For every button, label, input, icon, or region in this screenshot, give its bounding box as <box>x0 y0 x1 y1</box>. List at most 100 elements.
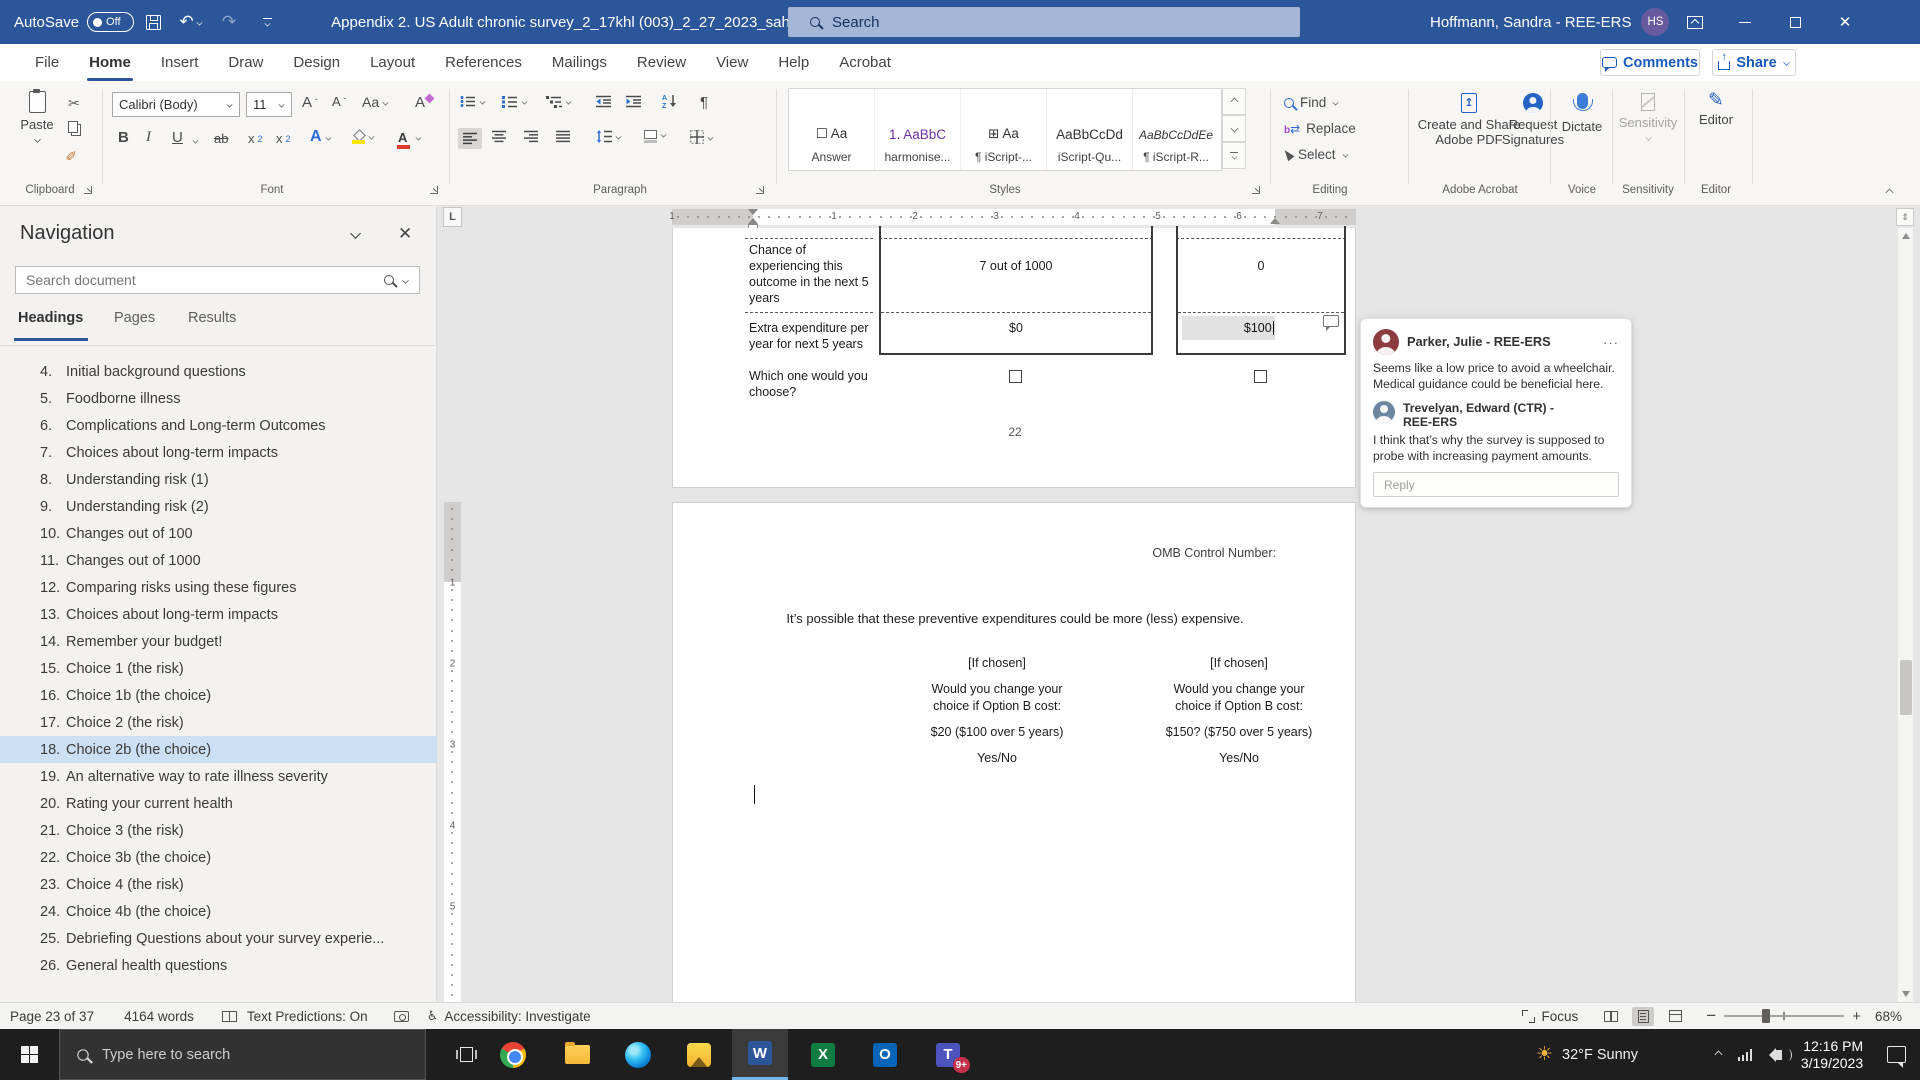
read-mode-button[interactable] <box>1600 1007 1622 1026</box>
action-center-button[interactable] <box>1876 1029 1916 1080</box>
nav-heading-item[interactable]: 7.Choices about long-term impacts <box>0 439 437 466</box>
tab-view[interactable]: View <box>701 44 763 81</box>
titlebar-search-box[interactable]: Search <box>788 7 1300 37</box>
styles-scroll-up-button[interactable] <box>1222 88 1246 115</box>
close-button[interactable]: ✕ <box>1822 0 1868 44</box>
edge-app-button[interactable] <box>610 1029 666 1080</box>
nav-tab-pages[interactable]: Pages <box>114 310 155 326</box>
nav-heading-item[interactable]: 8.Understanding risk (1) <box>0 466 437 493</box>
outlook-app-button[interactable]: O <box>857 1029 913 1080</box>
superscript-button[interactable]: x2 <box>276 131 291 146</box>
document-title[interactable]: Appendix 2. US Adult chronic survey_2_17… <box>331 14 790 31</box>
clipboard-dialog-launcher[interactable] <box>84 186 92 194</box>
find-button[interactable]: Find <box>1284 95 1339 110</box>
style-iscript-qu[interactable]: AaBbCcDdiScript-Qu... <box>1047 89 1133 170</box>
maximize-button[interactable] <box>1772 0 1818 44</box>
bullets-button[interactable] <box>460 95 486 108</box>
search-options-chevron-icon[interactable] <box>402 277 408 283</box>
editor-button[interactable]: ✎ Editor <box>1690 93 1742 127</box>
styles-dialog-launcher[interactable] <box>1252 186 1260 194</box>
tab-layout[interactable]: Layout <box>355 44 430 81</box>
comment-marker-icon[interactable] <box>1323 315 1339 327</box>
ribbon-display-options-button[interactable] <box>1672 0 1718 44</box>
zoom-level[interactable]: 68% <box>1875 1009 1902 1024</box>
cut-button[interactable]: ✂ <box>68 95 80 112</box>
shading-button[interactable] <box>644 130 667 139</box>
word-count[interactable]: 4164 words <box>124 1009 194 1024</box>
nav-heading-item[interactable]: 9.Understanding risk (2) <box>0 493 437 520</box>
nav-heading-item[interactable]: 17.Choice 2 (the risk) <box>0 709 437 736</box>
user-name[interactable]: Hoffmann, Sandra - REE-ERS <box>1430 14 1631 31</box>
zoom-slider[interactable] <box>1724 1015 1844 1017</box>
save-button[interactable] <box>134 0 172 44</box>
focus-mode-button[interactable]: Focus <box>1542 1009 1579 1024</box>
nav-heading-item[interactable]: 5.Foodborne illness <box>0 385 437 412</box>
taskbar-clock[interactable]: 12:16 PM3/19/2023 <box>1794 1029 1870 1080</box>
nav-heading-item[interactable]: 15.Choice 1 (the risk) <box>0 655 437 682</box>
subscript-button[interactable]: x2 <box>248 131 263 146</box>
select-button[interactable]: Select <box>1284 147 1349 162</box>
scroll-up-button[interactable] <box>1898 228 1914 244</box>
nav-heading-item[interactable]: 25.Debriefing Questions about your surve… <box>0 925 437 952</box>
copy-button[interactable] <box>68 121 78 133</box>
line-spacing-button[interactable] <box>596 130 622 143</box>
tab-references[interactable]: References <box>430 44 537 81</box>
nav-tab-headings[interactable]: Headings <box>18 310 83 326</box>
nav-heading-item[interactable]: 22.Choice 3b (the choice) <box>0 844 437 871</box>
change-case-button[interactable]: Aa <box>362 94 389 110</box>
comment-more-options-icon[interactable]: ··· <box>1603 335 1619 350</box>
taskbar-search-box[interactable]: Type here to search <box>59 1029 426 1080</box>
nav-tab-results[interactable]: Results <box>188 310 236 326</box>
collapse-ribbon-button[interactable] <box>1886 189 1894 197</box>
styles-scroll-down-button[interactable] <box>1222 115 1246 142</box>
undo-button[interactable]: ↶ <box>172 0 210 44</box>
nav-heading-item[interactable]: 21.Choice 3 (the risk) <box>0 817 437 844</box>
dictate-button[interactable]: Dictate <box>1556 93 1608 134</box>
scrollbar-thumb[interactable] <box>1900 660 1912 715</box>
sort-button[interactable]: AZ <box>662 93 678 108</box>
tab-home[interactable]: Home <box>74 44 146 81</box>
navigation-pane-collapse-icon[interactable] <box>350 228 361 239</box>
numbering-button[interactable] <box>502 95 528 108</box>
grow-font-button[interactable]: Aˆ <box>302 94 318 111</box>
web-layout-button[interactable] <box>1664 1007 1686 1026</box>
align-right-button[interactable] <box>524 130 538 143</box>
nav-heading-item[interactable]: 14.Remember your budget! <box>0 628 437 655</box>
word-app-button[interactable]: W <box>732 1029 788 1080</box>
sensitivity-button[interactable]: Sensitivity <box>1616 93 1680 141</box>
page-indicator[interactable]: Page 23 of 37 <box>10 1009 94 1024</box>
tab-draw[interactable]: Draw <box>213 44 278 81</box>
zoom-out-button[interactable]: − <box>1706 1006 1716 1026</box>
font-color-button[interactable]: A <box>398 130 422 145</box>
photos-app-button[interactable] <box>671 1029 727 1080</box>
style-answer[interactable]: ☐ AaAnswer <box>789 89 875 170</box>
nav-heading-item[interactable]: 19.An alternative way to rate illness se… <box>0 763 437 790</box>
zoom-slider-thumb[interactable] <box>1762 1009 1770 1023</box>
nav-heading-item[interactable]: 26.General health questions <box>0 952 437 979</box>
excel-app-button[interactable]: X <box>795 1029 851 1080</box>
print-layout-button[interactable] <box>1632 1007 1654 1026</box>
tab-mailings[interactable]: Mailings <box>537 44 622 81</box>
teams-app-button[interactable]: T 9+ <box>920 1029 976 1080</box>
text-effects-button[interactable]: A <box>310 128 332 146</box>
right-indent-marker[interactable] <box>1270 218 1280 224</box>
option-b-expenditure-field[interactable]: $100 <box>1182 316 1275 340</box>
minimize-button[interactable] <box>1722 0 1768 44</box>
start-button[interactable] <box>0 1029 59 1080</box>
increase-indent-button[interactable] <box>626 95 641 108</box>
autosave-toggle[interactable]: Off <box>87 12 134 32</box>
volume-icon[interactable] <box>1758 1029 1792 1080</box>
justify-button[interactable] <box>556 130 570 143</box>
zoom-in-button[interactable]: + <box>1852 1008 1861 1025</box>
tab-stop-selector[interactable]: L <box>443 207 462 227</box>
borders-button[interactable] <box>690 130 714 144</box>
font-name-combobox[interactable]: Calibri (Body) <box>112 92 240 117</box>
replace-button[interactable]: b⇄Replace <box>1284 121 1356 136</box>
avatar[interactable]: HS <box>1641 8 1669 36</box>
strikethrough-button[interactable]: ab <box>214 131 228 146</box>
comments-button[interactable]: Comments <box>1600 49 1700 76</box>
align-center-button[interactable] <box>492 130 506 143</box>
tab-help[interactable]: Help <box>763 44 824 81</box>
proofing-errors-icon[interactable] <box>222 1011 237 1022</box>
nav-heading-item[interactable]: 6.Complications and Long-term Outcomes <box>0 412 437 439</box>
